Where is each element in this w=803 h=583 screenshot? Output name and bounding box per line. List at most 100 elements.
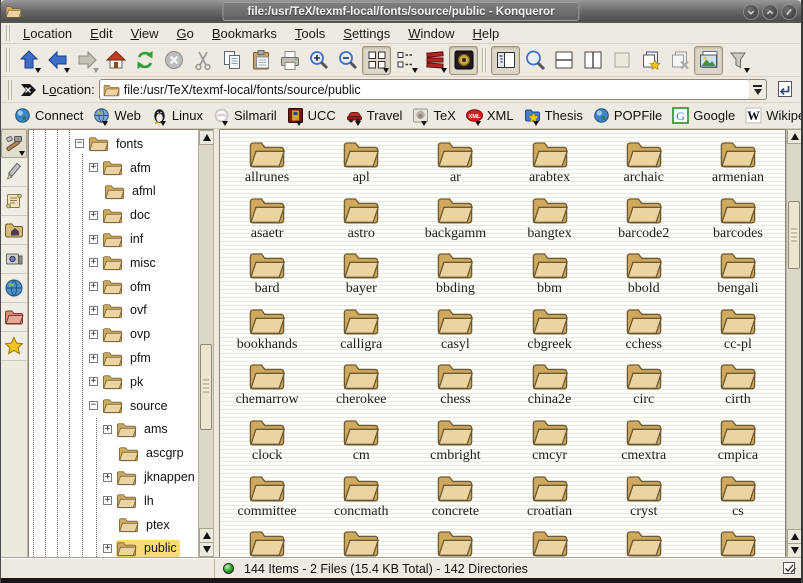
tree-item-public[interactable]: + public: [29, 537, 198, 557]
tree-expander-plus[interactable]: +: [103, 473, 112, 482]
clear-location-icon[interactable]: [20, 82, 38, 98]
folder-committee[interactable]: committee: [220, 469, 314, 525]
folder-allrunes[interactable]: allrunes: [220, 135, 314, 191]
tree-scroll-thumb[interactable]: [200, 344, 212, 430]
tree-expander-plus[interactable]: +: [89, 211, 98, 220]
tree-item-afm[interactable]: + afm: [29, 156, 198, 180]
folder-apl[interactable]: apl: [314, 135, 408, 191]
folder-bayer[interactable]: bayer: [314, 246, 408, 302]
tree-expander-minus[interactable]: −: [89, 401, 98, 410]
menu-location[interactable]: Location: [14, 24, 81, 43]
location-input[interactable]: [124, 83, 746, 97]
tree-expander-plus[interactable]: +: [103, 496, 112, 505]
folder-partial[interactable]: [220, 524, 314, 558]
tree-item-pk[interactable]: + pk: [29, 370, 198, 394]
tree-expander-plus[interactable]: +: [89, 235, 98, 244]
sidebar-root-button[interactable]: [1, 303, 27, 332]
paste-button[interactable]: [246, 46, 275, 75]
tree-item-ascgrp[interactable]: ascgrp: [29, 441, 198, 465]
sidebar-config-button[interactable]: [1, 129, 27, 158]
tree-scroll-up-button[interactable]: [199, 130, 214, 145]
tree-scrollbar[interactable]: [198, 130, 213, 557]
folder-archaic[interactable]: archaic: [597, 135, 691, 191]
new-tab-button[interactable]: [636, 46, 665, 75]
iconview-scrollbar[interactable]: [786, 129, 801, 558]
tree-expander-plus[interactable]: +: [89, 306, 98, 315]
sidebar-pencil-button[interactable]: [1, 158, 27, 187]
minimize-button[interactable]: [743, 4, 759, 20]
menu-window[interactable]: Window: [399, 24, 463, 43]
tree-expander-plus[interactable]: +: [89, 330, 98, 339]
up-button[interactable]: [14, 46, 43, 75]
bookmark-tex[interactable]: TeX: [407, 105, 460, 126]
folder-cryst[interactable]: cryst: [597, 469, 691, 525]
menu-bookmarks[interactable]: Bookmarks: [203, 24, 286, 43]
go-button[interactable]: [771, 78, 797, 102]
folder-partial[interactable]: [408, 524, 502, 558]
folder-cbgreek[interactable]: cbgreek: [502, 302, 596, 358]
tree-item-ams[interactable]: + ams: [29, 418, 198, 442]
folder-armenian[interactable]: armenian: [691, 135, 785, 191]
location-dropdown-button[interactable]: [749, 79, 767, 100]
preview-button[interactable]: [694, 46, 723, 75]
tree-scroll-down-button[interactable]: [199, 542, 214, 557]
menu-help[interactable]: Help: [464, 24, 509, 43]
folder-arabtex[interactable]: arabtex: [502, 135, 596, 191]
iconview-scroll-down-button[interactable]: [787, 543, 802, 558]
reload-button[interactable]: [130, 46, 159, 75]
folder-bengali[interactable]: bengali: [691, 246, 785, 302]
folder-cchess[interactable]: cchess: [597, 302, 691, 358]
folder-cirth[interactable]: cirth: [691, 357, 785, 413]
folder-bangtex[interactable]: bangtex: [502, 191, 596, 247]
icon-view-button[interactable]: [362, 46, 391, 75]
zoom-in-button[interactable]: [304, 46, 333, 75]
folder-bookhands[interactable]: bookhands: [220, 302, 314, 358]
tree-expander-plus[interactable]: +: [103, 544, 112, 553]
menu-settings[interactable]: Settings: [334, 24, 399, 43]
bookmark-wikipedia[interactable]: W Wikipedia: [740, 105, 803, 126]
toolbar-grip[interactable]: [6, 48, 11, 72]
list-view-button[interactable]: [391, 46, 420, 75]
tree-expander-plus[interactable]: +: [103, 425, 112, 434]
tree-expander-plus[interactable]: +: [89, 258, 98, 267]
tree-item-jknappen[interactable]: + jknappen: [29, 465, 198, 489]
folder-chemarrow[interactable]: chemarrow: [220, 357, 314, 413]
multicolumn-view-button[interactable]: [420, 46, 449, 75]
tree-item-lh[interactable]: + lh: [29, 489, 198, 513]
tree-expander-plus[interactable]: +: [89, 354, 98, 363]
folder-bbm[interactable]: bbm: [502, 246, 596, 302]
folder-asaetr[interactable]: asaetr: [220, 191, 314, 247]
split-top-bottom-button[interactable]: [549, 46, 578, 75]
folder-china2e[interactable]: china2e: [502, 357, 596, 413]
sidebar-toggle-button[interactable]: [491, 46, 520, 75]
folder-ar[interactable]: ar: [408, 135, 502, 191]
folder-cm[interactable]: cm: [314, 413, 408, 469]
find-button[interactable]: [520, 46, 549, 75]
folder-partial[interactable]: [502, 524, 596, 558]
folder-croatian[interactable]: croatian: [502, 469, 596, 525]
split-left-right-button[interactable]: [578, 46, 607, 75]
folder-clock[interactable]: clock: [220, 413, 314, 469]
bookmark-popfile[interactable]: POPFile: [588, 105, 667, 126]
tree-item-ptex[interactable]: ptex: [29, 513, 198, 537]
tree-item-ovp[interactable]: + ovp: [29, 322, 198, 346]
folder-partial[interactable]: [691, 524, 785, 558]
menubar-grip[interactable]: [6, 25, 11, 41]
folder-casyl[interactable]: casyl: [408, 302, 502, 358]
iconview-scroll-up2-button[interactable]: [787, 529, 802, 544]
tree-scroll-up2-button[interactable]: [199, 528, 214, 543]
folder-bbold[interactable]: bbold: [597, 246, 691, 302]
terminal-view-button[interactable]: [449, 46, 478, 75]
tree-item-source[interactable]: − source: [29, 394, 198, 418]
bookmark-xml[interactable]: XML XML: [461, 105, 519, 126]
tree-item-inf[interactable]: + inf: [29, 227, 198, 251]
menu-edit[interactable]: Edit: [81, 24, 121, 43]
zoom-out-button[interactable]: [333, 46, 362, 75]
locationbar-grip[interactable]: [8, 80, 13, 100]
location-field[interactable]: [99, 79, 750, 100]
iconview-scroll-thumb[interactable]: [788, 201, 800, 269]
maximize-button[interactable]: [762, 4, 778, 20]
tree-expander-plus[interactable]: +: [89, 282, 98, 291]
menu-tools[interactable]: Tools: [286, 24, 334, 43]
sidebar-network-button[interactable]: [1, 274, 27, 303]
